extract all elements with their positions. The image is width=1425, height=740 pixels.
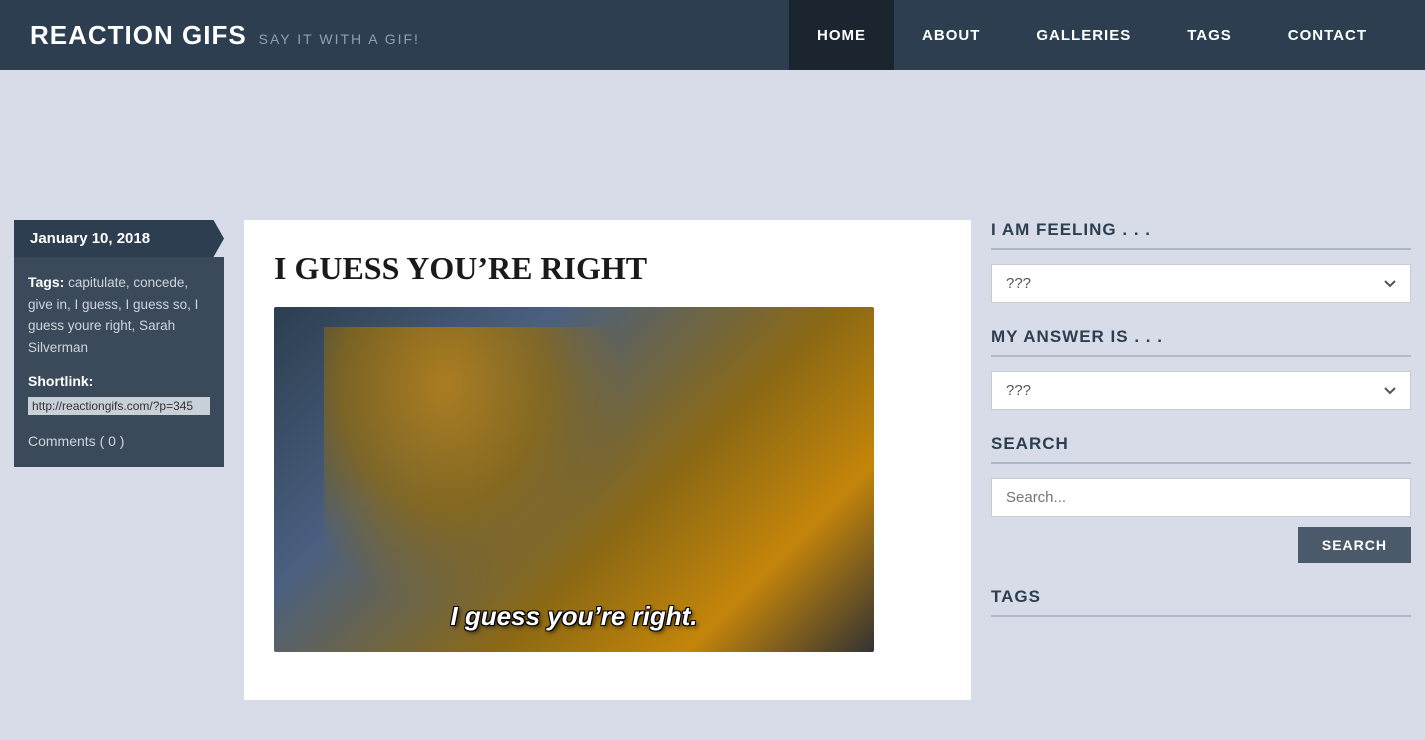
gif-caption: I guess you’re right.	[274, 601, 874, 632]
comments-link[interactable]: Comments ( 0 )	[28, 430, 210, 452]
sidebar-left: January 10, 2018 Tags: capitulate, conce…	[14, 220, 224, 467]
nav-about[interactable]: ABOUT	[894, 0, 1008, 70]
figure-decoration	[324, 327, 624, 607]
feeling-widget: I AM FEELING . . . ???	[991, 220, 1411, 303]
header: REACTION GIFS SAY IT WITH A GIF! HOME AB…	[0, 0, 1425, 70]
ad-banner	[0, 70, 1425, 220]
date-badge: January 10, 2018	[14, 220, 224, 257]
shortlink-label: Shortlink:	[28, 370, 210, 392]
post-title: I GUESS YOU’RE RIGHT	[274, 250, 941, 287]
answer-title: MY ANSWER IS . . .	[991, 327, 1411, 357]
search-button[interactable]: SEARCH	[1298, 527, 1411, 563]
search-input[interactable]	[991, 478, 1411, 517]
site-tagline: SAY IT WITH A GIF!	[259, 31, 420, 47]
brand: REACTION GIFS SAY IT WITH A GIF!	[30, 20, 420, 51]
nav-home[interactable]: HOME	[789, 0, 894, 70]
gif-image: I guess you’re right.	[274, 307, 874, 652]
main-layout: January 10, 2018 Tags: capitulate, conce…	[0, 220, 1425, 740]
gif-container: I guess you’re right.	[274, 307, 874, 652]
nav-contact[interactable]: CONTACT	[1260, 0, 1395, 70]
answer-select[interactable]: ???	[991, 371, 1411, 410]
search-widget: SEARCH SEARCH	[991, 434, 1411, 563]
site-logo: REACTION GIFS	[30, 20, 247, 51]
shortlink-input[interactable]	[28, 397, 210, 415]
sidebar-right: I AM FEELING . . . ??? MY ANSWER IS . . …	[991, 220, 1411, 641]
nav-tags[interactable]: TAGS	[1159, 0, 1260, 70]
answer-widget: MY ANSWER IS . . . ???	[991, 327, 1411, 410]
feeling-title: I AM FEELING . . .	[991, 220, 1411, 250]
sidebar-meta: Tags: capitulate, concede, give in, I gu…	[14, 257, 224, 467]
tags-label: Tags:	[28, 274, 64, 290]
search-title: SEARCH	[991, 434, 1411, 464]
tags-widget-title: TAGS	[991, 587, 1411, 617]
tags-widget: TAGS	[991, 587, 1411, 617]
tags-section: Tags: capitulate, concede, give in, I gu…	[28, 271, 210, 358]
main-content: I GUESS YOU’RE RIGHT I guess you’re righ…	[244, 220, 971, 700]
feeling-select[interactable]: ???	[991, 264, 1411, 303]
nav-galleries[interactable]: GALLERIES	[1008, 0, 1159, 70]
main-nav: HOME ABOUT GALLERIES TAGS CONTACT	[789, 0, 1395, 70]
